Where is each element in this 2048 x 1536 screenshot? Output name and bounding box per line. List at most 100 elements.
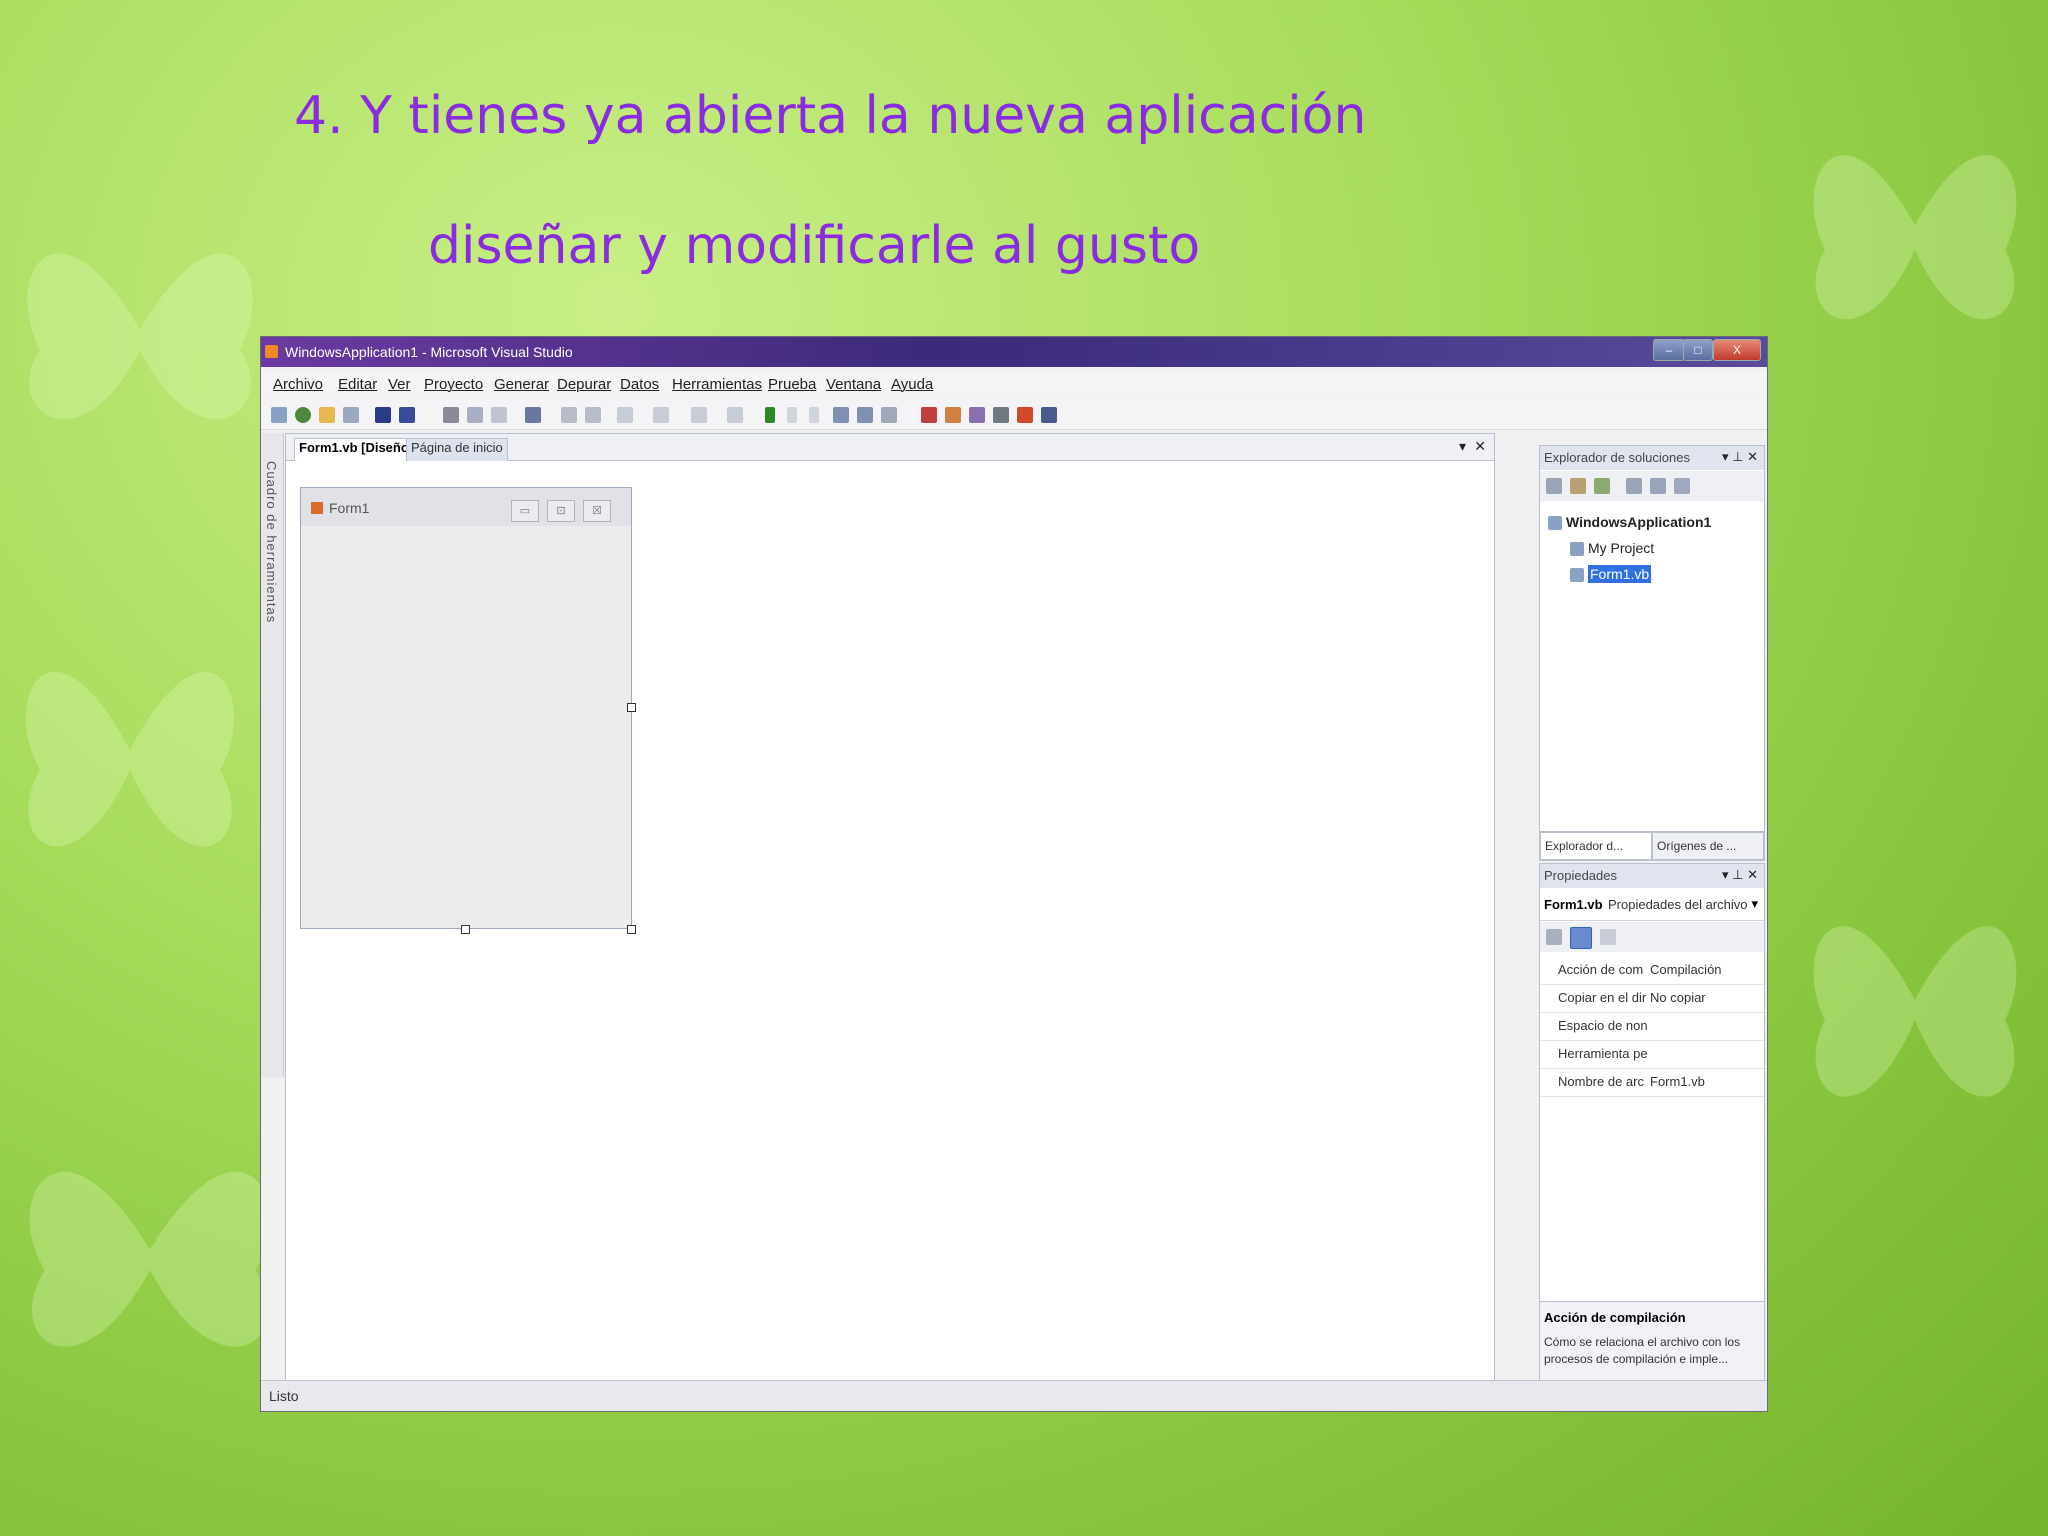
find-icon[interactable] [525, 407, 541, 423]
minimize-button[interactable]: – [1653, 339, 1685, 361]
save-all-icon[interactable] [399, 407, 415, 423]
tree-item-my-project[interactable]: My Project [1570, 540, 1655, 557]
menu-depurar[interactable]: Depurar [557, 376, 611, 393]
toolbox-strip[interactable]: Cuadro de herramientas [261, 433, 284, 1077]
align-center-icon[interactable] [585, 407, 601, 423]
form-minimize-icon: ▭ [511, 500, 539, 522]
menu-ver[interactable]: Ver [388, 376, 411, 393]
menu-proyecto[interactable]: Proyecto [424, 376, 483, 393]
new-project-icon[interactable] [271, 407, 287, 423]
properties-panel: Propiedades ▾ ⊥ ✕ Form1.vb Propiedades d… [1539, 863, 1765, 1383]
properties-small-icon[interactable] [1546, 478, 1562, 494]
undo-icon[interactable] [617, 407, 633, 423]
maximize-button[interactable]: □ [1683, 339, 1713, 361]
step-over-icon[interactable] [857, 407, 873, 423]
form-designer-surface[interactable]: Form1 ▭ ⊡ ☒ [286, 461, 1494, 1384]
resize-handle-bottom[interactable] [461, 925, 470, 934]
save-icon[interactable] [375, 407, 391, 423]
object-selector[interactable]: Form1.vb Propiedades del archivo ▾ [1540, 890, 1764, 921]
tree-item-project[interactable]: WindowsApplication1 [1548, 514, 1711, 531]
show-all-files-icon[interactable] [1570, 478, 1586, 494]
resize-handle-right[interactable] [627, 703, 636, 712]
menu-archivo[interactable]: Archivo [273, 376, 323, 393]
form-close-icon: ☒ [583, 500, 611, 522]
solution-explorer-header: Explorador de soluciones ▾ ⊥ ✕ [1540, 446, 1764, 470]
property-value[interactable]: Form1.vb [1650, 1074, 1705, 1089]
tab-form1-design[interactable]: Form1.vb [Diseño] [294, 438, 419, 461]
add-item-icon[interactable] [295, 407, 311, 423]
menu-datos[interactable]: Datos [620, 376, 659, 393]
paste-icon[interactable] [491, 407, 507, 423]
menu-editar[interactable]: Editar [338, 376, 377, 393]
start-debug-icon[interactable] [765, 407, 775, 423]
view-designer-icon[interactable] [1650, 478, 1666, 494]
copy-icon[interactable] [467, 407, 483, 423]
tab-list-dropdown-icon[interactable]: ▾ [1459, 438, 1466, 455]
property-name: Espacio de non [1558, 1018, 1648, 1033]
window-titlebar: WindowsApplication1 - Microsoft Visual S… [261, 337, 1767, 367]
property-row[interactable]: Nombre de arc Form1.vb [1540, 1068, 1764, 1097]
my-project-icon [1570, 542, 1584, 557]
tree-item-form1[interactable]: Form1.vb [1570, 565, 1652, 583]
pause-icon[interactable] [787, 407, 797, 423]
close-window-button[interactable]: X [1713, 339, 1761, 361]
step-out-icon[interactable] [881, 407, 897, 423]
align-left-icon[interactable] [561, 407, 577, 423]
stop-icon[interactable] [809, 407, 819, 423]
properties-toolbar [1540, 922, 1764, 952]
object-type: Propiedades del archivo [1608, 897, 1748, 912]
menu-generar[interactable]: Generar [494, 376, 549, 393]
navigate-forward-icon[interactable] [727, 407, 743, 423]
refresh-icon[interactable] [1594, 478, 1610, 494]
object-browser-icon[interactable] [969, 407, 985, 423]
property-value[interactable]: No copiar [1650, 990, 1706, 1005]
menu-prueba[interactable]: Prueba [768, 376, 816, 393]
tab-data-sources[interactable]: Orígenes de ... [1652, 832, 1764, 860]
more-windows-icon[interactable] [1041, 407, 1057, 423]
categorized-icon[interactable] [1546, 929, 1562, 945]
object-dropdown-icon[interactable]: ▾ [1751, 896, 1758, 912]
properties-title: Propiedades [1544, 868, 1617, 883]
property-row[interactable]: Herramienta pe [1540, 1040, 1764, 1069]
navigate-back-icon[interactable] [691, 407, 707, 423]
redo-icon[interactable] [653, 407, 669, 423]
menu-ayuda[interactable]: Ayuda [891, 376, 933, 393]
properties-icon[interactable] [945, 407, 961, 423]
panel-controls-icon[interactable]: ▾ ⊥ ✕ [1722, 449, 1758, 465]
step-into-icon[interactable] [833, 407, 849, 423]
add-new-item-icon[interactable] [343, 407, 359, 423]
solution-explorer-icon[interactable] [921, 407, 937, 423]
property-row[interactable]: Espacio de non [1540, 1012, 1764, 1041]
menu-herramientas[interactable]: Herramientas [672, 376, 762, 393]
properties-controls-icon[interactable]: ▾ ⊥ ✕ [1722, 867, 1758, 883]
document-area: Form1.vb [Diseño] Página de inicio ▾ ✕ F… [285, 433, 1495, 1385]
form1-preview[interactable]: Form1 ▭ ⊡ ☒ [300, 487, 632, 929]
window-title: WindowsApplication1 - Microsoft Visual S… [285, 344, 573, 360]
slide-title-line1: 4. Y tienes ya abierta la nueva aplicaci… [294, 86, 1367, 146]
cut-icon[interactable] [443, 407, 459, 423]
butterfly-decoration-1 [27, 253, 253, 420]
menu-ventana[interactable]: Ventana [826, 376, 881, 393]
tab-start-page[interactable]: Página de inicio [406, 438, 508, 461]
open-file-icon[interactable] [319, 407, 335, 423]
property-row[interactable]: Copiar en el dir No copiar [1540, 984, 1764, 1013]
property-pages-icon[interactable] [1600, 929, 1616, 945]
view-code-icon[interactable] [1626, 478, 1642, 494]
start-page-icon[interactable] [1017, 407, 1033, 423]
form1-titlebar: Form1 ▭ ⊡ ☒ [301, 488, 631, 526]
properties-header: Propiedades ▾ ⊥ ✕ [1540, 864, 1764, 888]
form-icon [311, 502, 323, 514]
resize-handle-corner[interactable] [627, 925, 636, 934]
menu-bar: Archivo Editar Ver Proyecto Generar Depu… [261, 370, 1767, 398]
property-value[interactable]: Compilación [1650, 962, 1722, 977]
toolbox-icon[interactable] [993, 407, 1009, 423]
class-diagram-icon[interactable] [1674, 478, 1690, 494]
my-project-label: My Project [1588, 540, 1655, 556]
property-row[interactable]: Acción de com Compilación [1540, 956, 1764, 985]
description-title: Acción de compilación [1544, 1310, 1686, 1325]
alphabetical-icon[interactable] [1570, 927, 1592, 949]
form1-title: Form1 [329, 500, 370, 516]
toolbox-label[interactable]: Cuadro de herramientas [264, 461, 279, 623]
tab-solution-explorer[interactable]: Explorador d... [1540, 832, 1652, 860]
close-tab-icon[interactable]: ✕ [1474, 438, 1486, 455]
